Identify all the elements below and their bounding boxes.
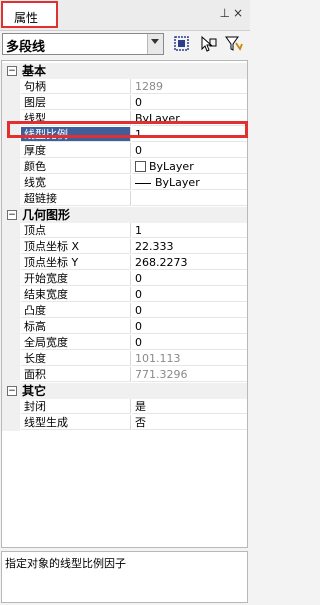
- property-value[interactable]: 268.2273: [132, 255, 247, 270]
- property-value: 1289: [132, 79, 247, 94]
- property-value-color[interactable]: ByLayer: [132, 159, 247, 174]
- category-label: 基本: [22, 64, 47, 78]
- lineweight-value: ByLayer: [155, 176, 200, 189]
- close-icon[interactable]: ×: [233, 6, 246, 20]
- property-grid: − 基本 句柄 1289 图层 0 线型 ByLayer 线型比例 1 厚度 0…: [1, 60, 248, 548]
- property-value[interactable]: 0: [132, 143, 247, 158]
- tab-properties[interactable]: 属性: [1, 1, 58, 28]
- property-value: 771.3296: [132, 367, 247, 382]
- property-value[interactable]: 0: [132, 287, 247, 302]
- select-objects-icon[interactable]: [198, 34, 218, 54]
- collapse-icon[interactable]: −: [7, 386, 17, 396]
- collapse-icon[interactable]: −: [7, 66, 17, 76]
- category-label: 其它: [22, 384, 47, 398]
- property-row-hyperlink[interactable]: 超链接: [2, 191, 247, 207]
- property-name: 顶点坐标 Y: [21, 255, 131, 270]
- panel-controls: ⊥×: [219, 6, 246, 20]
- property-row-handle[interactable]: 句柄 1289: [2, 79, 247, 95]
- property-row-end-width[interactable]: 结束宽度 0: [2, 287, 247, 303]
- property-row-area[interactable]: 面积 771.3296: [2, 367, 247, 383]
- property-name: 面积: [21, 367, 131, 382]
- category-basic[interactable]: − 基本: [2, 63, 247, 79]
- property-name: 超链接: [21, 191, 131, 206]
- description-text: 指定对象的线型比例因子: [5, 557, 126, 570]
- panel-tabbar: 属性 ⊥×: [0, 0, 250, 31]
- property-name: 线宽: [21, 175, 131, 190]
- property-name: 句柄: [21, 79, 131, 94]
- pin-icon[interactable]: ⊥: [219, 6, 232, 20]
- property-row-global-width[interactable]: 全局宽度 0: [2, 335, 247, 351]
- property-row-length[interactable]: 长度 101.113: [2, 351, 247, 367]
- property-value-lineweight[interactable]: ByLayer: [132, 175, 247, 190]
- property-value[interactable]: 22.333: [132, 239, 247, 254]
- property-name: 顶点: [21, 223, 131, 238]
- property-name: 全局宽度: [21, 335, 131, 350]
- property-value[interactable]: 0: [132, 303, 247, 318]
- property-name: 标高: [21, 319, 131, 334]
- property-row-vertex[interactable]: 顶点 1: [2, 223, 247, 239]
- property-name: 顶点坐标 X: [21, 239, 131, 254]
- pickadd-filter-icon[interactable]: [224, 34, 244, 54]
- properties-toolbar: 多段线: [0, 33, 250, 58]
- collapse-icon[interactable]: −: [7, 210, 17, 220]
- property-value[interactable]: [132, 191, 247, 206]
- category-other[interactable]: − 其它: [2, 383, 247, 399]
- property-row-bulge[interactable]: 凸度 0: [2, 303, 247, 319]
- color-value: ByLayer: [149, 160, 194, 173]
- color-swatch-icon: [135, 160, 146, 172]
- object-type-select[interactable]: 多段线: [2, 33, 164, 55]
- property-row-elevation[interactable]: 标高 0: [2, 319, 247, 335]
- property-value[interactable]: 0: [132, 335, 247, 350]
- description-panel: 指定对象的线型比例因子: [1, 551, 248, 603]
- lineweight-icon: [135, 182, 151, 184]
- property-value[interactable]: 0: [132, 319, 247, 334]
- highlight-box: [7, 121, 248, 138]
- chevron-down-icon[interactable]: [147, 34, 163, 54]
- object-type-value: 多段线: [6, 40, 46, 55]
- property-value[interactable]: 否: [132, 415, 247, 430]
- property-row-color[interactable]: 颜色 ByLayer: [2, 159, 247, 175]
- property-row-layer[interactable]: 图层 0: [2, 95, 247, 111]
- property-row-vertex-y[interactable]: 顶点坐标 Y 268.2273: [2, 255, 247, 271]
- property-value: 101.113: [132, 351, 247, 366]
- property-name: 开始宽度: [21, 271, 131, 286]
- property-name: 厚度: [21, 143, 131, 158]
- property-row-linetype-generation[interactable]: 线型生成 否: [2, 415, 247, 431]
- property-name: 凸度: [21, 303, 131, 318]
- property-value[interactable]: 0: [132, 271, 247, 286]
- tab-label: 属性: [14, 11, 39, 25]
- category-label: 几何图形: [22, 208, 71, 222]
- property-value[interactable]: 0: [132, 95, 247, 110]
- property-row-thickness[interactable]: 厚度 0: [2, 143, 247, 159]
- property-value[interactable]: 1: [132, 223, 247, 238]
- property-name: 图层: [21, 95, 131, 110]
- property-row-lineweight[interactable]: 线宽 ByLayer: [2, 175, 247, 191]
- property-row-start-width[interactable]: 开始宽度 0: [2, 271, 247, 287]
- property-name: 封闭: [21, 399, 131, 414]
- property-row-vertex-x[interactable]: 顶点坐标 X 22.333: [2, 239, 247, 255]
- property-value[interactable]: 是: [132, 399, 247, 414]
- property-name: 长度: [21, 351, 131, 366]
- property-name: 结束宽度: [21, 287, 131, 302]
- property-row-closed[interactable]: 封闭 是: [2, 399, 247, 415]
- property-name: 线型生成: [21, 415, 131, 430]
- quick-select-icon[interactable]: [172, 34, 192, 54]
- category-geometry[interactable]: − 几何图形: [2, 207, 247, 223]
- property-name: 颜色: [21, 159, 131, 174]
